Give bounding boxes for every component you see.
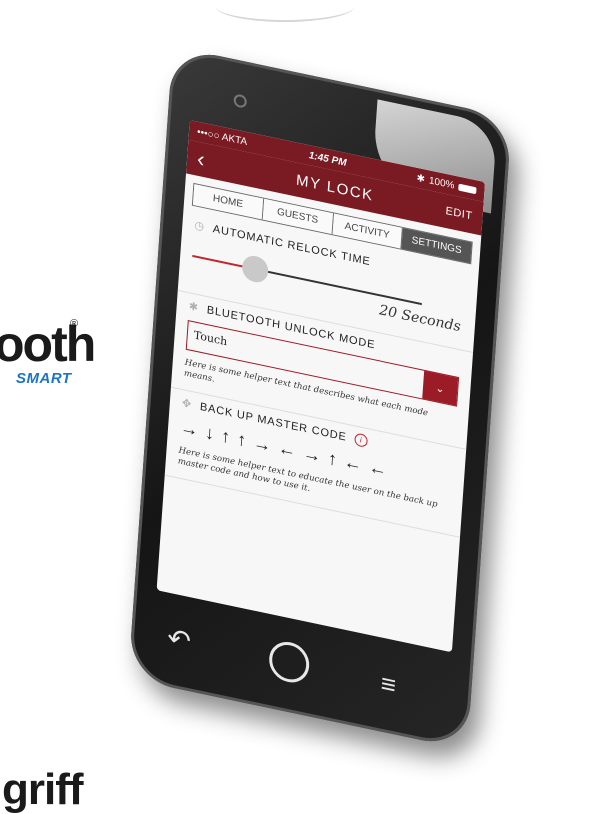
phone-device: •••○○ AKTA 1:45 PM ✱ 100% ‹ MY LOCK EDIT… (128, 46, 512, 750)
code-arrow: → (302, 442, 322, 467)
registered-mark: ® (70, 318, 79, 330)
bluetooth-smart-label: SMART (16, 370, 72, 387)
menu-icon[interactable]: ≡ (380, 668, 397, 702)
code-arrow: ↑ (327, 447, 338, 470)
home-button[interactable] (267, 638, 311, 687)
phone-screen: •••○○ AKTA 1:45 PM ✱ 100% ‹ MY LOCK EDIT… (156, 119, 486, 653)
bluetooth-smart-logo: ooth ® SMART (0, 318, 96, 388)
back-button[interactable]: ‹ (196, 146, 205, 173)
code-arrow: ↑ (220, 425, 231, 448)
edit-button[interactable]: EDIT (445, 205, 473, 223)
chevron-down-icon[interactable]: ⌄ (422, 370, 459, 406)
code-arrow: ← (277, 437, 297, 461)
code-arrow: ← (343, 451, 363, 475)
back-nav-icon[interactable]: ↶ (166, 621, 192, 659)
code-arrow: → (252, 432, 272, 456)
code-arrow: ↓ (204, 422, 215, 444)
relock-value: 20 Seconds (378, 302, 462, 336)
page-title: MY LOCK (295, 171, 375, 205)
slider-thumb[interactable] (241, 253, 270, 285)
bluetooth-icon: ✱ (188, 300, 200, 315)
code-arrow: → (179, 416, 199, 441)
clock-icon: ◷ (194, 219, 206, 234)
bluetooth-status-icon: ✱ (416, 172, 426, 185)
move-icon: ✥ (181, 397, 193, 412)
code-arrow: ← (368, 456, 388, 481)
code-arrow: ↑ (236, 428, 247, 451)
background-arc (215, 0, 355, 22)
brand-logo-bottom: griff (2, 765, 84, 814)
bluetooth-logo-word: ooth (0, 316, 96, 372)
info-icon[interactable]: i (354, 432, 369, 449)
camera-icon (233, 93, 248, 109)
battery-percent: 100% (428, 174, 455, 192)
battery-icon (458, 183, 477, 194)
